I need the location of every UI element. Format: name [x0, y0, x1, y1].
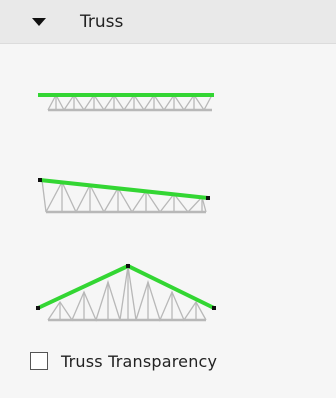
gable-truss-option[interactable] [26, 262, 226, 322]
truss-transparency-label: Truss Transparency [61, 351, 218, 371]
flat-truss-icon [38, 93, 214, 112]
mono-pitch-truss-icon [38, 178, 210, 214]
truss-section-header[interactable]: Truss [0, 0, 336, 44]
truss-transparency-toggle[interactable]: Truss Transparency [30, 348, 217, 374]
mono-pitch-truss-option[interactable] [26, 168, 226, 218]
section-title: Truss [80, 12, 124, 32]
truss-panel: Truss Truss Transparency [0, 0, 336, 398]
flat-truss-option[interactable] [26, 80, 226, 120]
caret-down-icon[interactable] [30, 14, 48, 30]
gable-truss-icon [36, 263, 216, 322]
truss-transparency-checkbox[interactable] [30, 352, 48, 370]
